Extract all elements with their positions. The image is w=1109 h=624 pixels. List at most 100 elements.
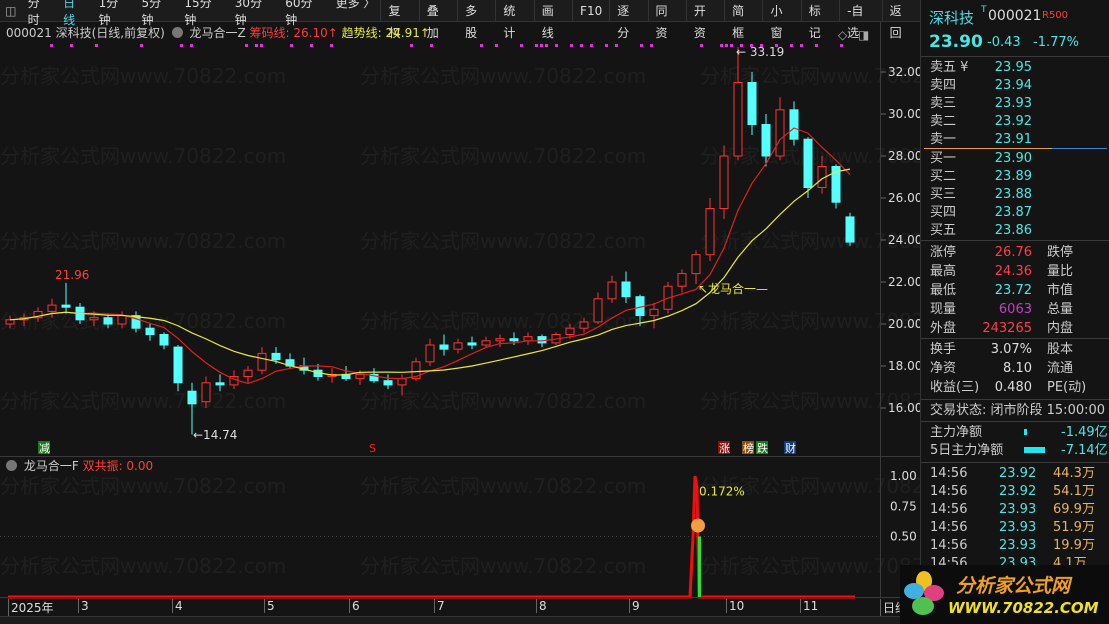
ask-price: 23.92 — [994, 114, 1032, 129]
tick-price: 23.92 — [999, 466, 1037, 481]
peak-annotation: 21.96 — [55, 268, 89, 282]
bid-price: 23.86 — [994, 223, 1032, 238]
candle[interactable] — [845, 212, 855, 246]
candle[interactable] — [467, 336, 477, 350]
r-badge: R500 — [1042, 10, 1069, 21]
sub-axis-label: 0.75 — [890, 499, 917, 513]
candle[interactable] — [187, 382, 197, 435]
signal-dot — [840, 44, 843, 47]
candle[interactable] — [635, 294, 645, 327]
quote-panel: 深科技 T 000021 R500 23.90 -0.43 -1.77% 卖五 … — [920, 0, 1109, 624]
indicator-dropdown-icon[interactable] — [6, 460, 17, 471]
bid-label: 买四 — [930, 205, 957, 220]
date-tick: 8 — [536, 599, 547, 613]
candle[interactable] — [705, 198, 715, 261]
stat-row: 外盘 243265 内盘 — [921, 320, 1109, 338]
candle[interactable] — [145, 324, 155, 341]
candle[interactable] — [691, 250, 701, 285]
candle[interactable] — [341, 366, 351, 381]
candle[interactable] — [425, 338, 435, 366]
date-tick: 5 — [264, 599, 275, 613]
candle[interactable] — [173, 345, 183, 392]
stat-row: 涨停 26.76 跌停 — [921, 244, 1109, 262]
high-annotation: ← 33.19 — [736, 45, 784, 59]
candle[interactable] — [523, 332, 533, 345]
price-tick-label: 22.00 — [888, 275, 920, 289]
candle[interactable] — [201, 376, 211, 409]
candle[interactable] — [579, 317, 589, 333]
candle[interactable] — [33, 307, 43, 322]
signal-dot — [95, 44, 98, 47]
candle[interactable] — [215, 374, 225, 392]
price-tick-label: 30.00 — [888, 107, 920, 121]
signal-dot — [540, 44, 543, 47]
sub-indicator-name[interactable]: 龙马合一F — [24, 459, 79, 473]
sub-header: 龙马合一F 双共振: 0.00 — [6, 457, 153, 474]
candle[interactable] — [817, 156, 827, 194]
candle[interactable] — [5, 315, 15, 329]
candle[interactable] — [621, 271, 631, 304]
candle[interactable] — [775, 97, 785, 161]
candle[interactable] — [47, 298, 57, 318]
tick-price: 23.93 — [999, 502, 1037, 517]
signal-dot — [790, 44, 793, 47]
stat-row: 最低 23.72 市值 — [921, 282, 1109, 300]
logo-url: WWW.70822.COM — [948, 599, 1099, 617]
stat-label: 涨停 — [930, 245, 957, 260]
stat-label: 换手 — [930, 342, 957, 357]
candle[interactable] — [453, 338, 463, 354]
candle[interactable] — [19, 313, 29, 327]
candle[interactable] — [131, 311, 141, 333]
candle[interactable] — [439, 334, 449, 356]
candle[interactable] — [649, 303, 659, 329]
candlestick-chart[interactable]: 32.00 30.00 28.00 26.00 24.00 22.00 20.00 18.00… — [0, 0, 920, 624]
ask-label: 卖四 — [930, 78, 957, 93]
ask-label: 卖三 — [930, 96, 957, 111]
event-marker-label: 减 — [39, 442, 50, 455]
candle[interactable] — [481, 336, 491, 348]
bid-price: 23.88 — [994, 187, 1032, 202]
signal-dot — [140, 44, 143, 47]
candle[interactable] — [159, 332, 169, 350]
bid-price: 23.90 — [994, 151, 1032, 166]
candle[interactable] — [243, 366, 253, 383]
date-tick: 6 — [349, 599, 360, 613]
signal-dot — [520, 44, 523, 47]
stat-value: 6063 — [998, 302, 1032, 317]
candle[interactable] — [607, 275, 617, 303]
signal-dot — [245, 44, 248, 47]
stat-value: 8.10 — [1003, 361, 1032, 376]
tick-time: 14:56 — [930, 520, 968, 535]
candle[interactable] — [495, 334, 505, 348]
candle[interactable] — [719, 145, 729, 220]
candle[interactable] — [397, 374, 407, 396]
candle[interactable] — [677, 269, 687, 293]
bottom-tabs[interactable] — [0, 616, 920, 624]
price-tick-label: 32.00 — [888, 65, 920, 79]
capital-flow-row: 5日主力净额 -7.14亿 — [921, 442, 1109, 460]
ask-price: 23.93 — [994, 96, 1032, 111]
signal-dot — [180, 44, 183, 47]
candle[interactable] — [593, 292, 603, 325]
price-change: -0.43 — [987, 35, 1021, 50]
tick-row: 14:56 23.92 44.3万 — [921, 465, 1109, 483]
signal-dot — [800, 44, 803, 47]
ask-label: 卖一 — [930, 132, 957, 147]
signal-dot — [310, 44, 313, 47]
candle[interactable] — [257, 347, 267, 375]
tick-volume: 44.3万 — [1053, 466, 1095, 481]
sub-axis-label: 1.00 — [890, 469, 917, 483]
candle[interactable] — [789, 101, 799, 146]
candle[interactable] — [117, 311, 127, 329]
candle[interactable] — [733, 47, 743, 161]
signal-dot — [330, 44, 333, 47]
candle[interactable] — [61, 282, 71, 314]
sad-face-icon — [691, 518, 705, 533]
date-tick: 4 — [172, 599, 183, 613]
candle[interactable] — [383, 374, 393, 390]
stat-label-2: 量比 — [1047, 264, 1074, 279]
signal-dot — [605, 44, 608, 47]
tick-time: 14:56 — [930, 538, 968, 553]
stat-row: 现量 6063 总量 — [921, 301, 1109, 319]
candle[interactable] — [747, 72, 757, 135]
